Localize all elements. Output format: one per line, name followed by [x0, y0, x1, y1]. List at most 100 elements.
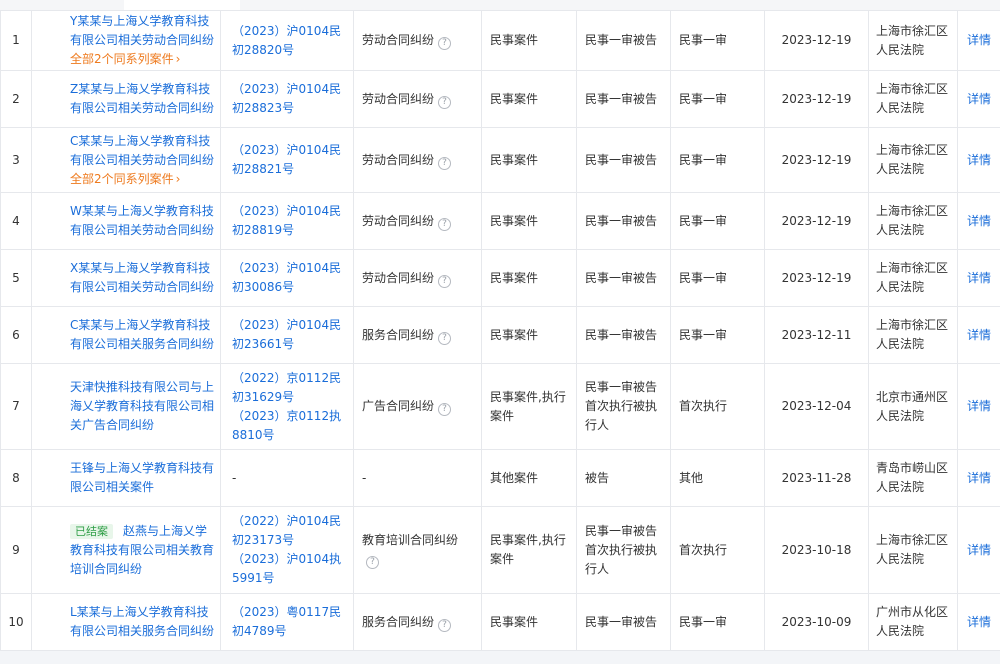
case-name-link[interactable]: 天津快推科技有限公司与上海乂学教育科技有限公司相关广告合同纠纷 — [70, 380, 214, 432]
case-cause-cell: 劳动合同纠纷? — [353, 10, 482, 71]
row-index: 9 — [0, 506, 32, 594]
case-name-link[interactable]: L某某与上海乂学教育科技有限公司相关服务合同纠纷 — [70, 605, 214, 638]
detail-link[interactable]: 详情 — [967, 543, 991, 557]
case-date-cell: 2023-12-19 — [764, 70, 869, 128]
case-number-cell: （2023）沪0104民初28821号 — [220, 127, 354, 193]
court-cell: 广州市从化区人民法院 — [868, 593, 958, 651]
case-type-cell: 民事案件 — [481, 593, 577, 651]
case-number-link[interactable]: （2023）沪0104民初28823号 — [232, 80, 347, 118]
help-icon[interactable]: ? — [438, 274, 452, 288]
row-index: 3 — [0, 127, 32, 193]
court-cell: 上海市徐汇区人民法院 — [868, 10, 958, 71]
case-date-cell: 2023-12-04 — [764, 363, 869, 450]
case-cause-cell: 服务合同纠纷? — [353, 593, 482, 651]
detail-link-cell: 详情 — [957, 449, 1000, 507]
case-stage-cell: 民事一审 — [670, 249, 765, 307]
table-row: 7 天津快推科技有限公司与上海乂学教育科技有限公司相关广告合同纠纷 （2022）… — [0, 363, 1000, 450]
closed-badge: 已结案 — [70, 523, 113, 539]
row-index: 1 — [0, 10, 32, 71]
case-name-cell: 已结案 赵燕与上海乂学教育科技有限公司相关教育培训合同纠纷 — [31, 506, 221, 594]
case-name-link[interactable]: 王锋与上海乂学教育科技有限公司相关案件 — [70, 461, 214, 494]
case-number-cell: - — [220, 449, 354, 507]
help-icon[interactable]: ? — [438, 618, 452, 632]
case-role-cell: 民事一审被告首次执行被执行人 — [576, 363, 671, 450]
row-index: 8 — [0, 449, 32, 507]
detail-link-cell: 详情 — [957, 363, 1000, 450]
case-number-link[interactable]: （2023）沪0104民初28821号 — [232, 141, 347, 179]
court-cell: 上海市徐汇区人民法院 — [868, 192, 958, 250]
case-cause: 广告合同纠纷 — [362, 399, 435, 413]
case-cause: 教育培训合同纠纷 — [362, 533, 459, 547]
case-name-cell: Y某某与上海乂学教育科技有限公司相关劳动合同纠纷 全部2个同系列案件 › — [31, 10, 221, 71]
row-index: 6 — [0, 306, 32, 364]
case-name-link[interactable]: W某某与上海乂学教育科技有限公司相关劳动合同纠纷 — [70, 204, 214, 237]
court-cell: 上海市徐汇区人民法院 — [868, 506, 958, 594]
lawsuit-table: 1 Y某某与上海乂学教育科技有限公司相关劳动合同纠纷 全部2个同系列案件 › （2… — [0, 10, 1000, 651]
table-row: 6 C某某与上海乂学教育科技有限公司相关服务合同纠纷 （2023）沪0104民初… — [0, 306, 1000, 364]
help-icon[interactable]: ? — [438, 403, 452, 416]
case-stage-cell: 首次执行 — [670, 506, 765, 594]
case-cause: - — [362, 470, 367, 485]
detail-link[interactable]: 详情 — [967, 328, 991, 342]
case-cause-cell: 教育培训合同纠纷? — [353, 506, 482, 594]
case-date-cell: 2023-12-19 — [764, 192, 869, 250]
detail-link[interactable]: 详情 — [967, 615, 991, 629]
case-number-link[interactable]: （2022）京0112民初31629号 — [232, 369, 347, 407]
table-row: 1 Y某某与上海乂学教育科技有限公司相关劳动合同纠纷 全部2个同系列案件 › （2… — [0, 10, 1000, 71]
case-number-link[interactable]: （2023）沪0104民初28819号 — [232, 202, 347, 240]
case-name-link[interactable]: C某某与上海乂学教育科技有限公司相关劳动合同纠纷 — [70, 134, 214, 167]
case-name-link[interactable]: X某某与上海乂学教育科技有限公司相关劳动合同纠纷 — [70, 261, 214, 294]
case-cause: 劳动合同纠纷 — [362, 213, 435, 228]
help-icon[interactable]: ? — [438, 217, 452, 231]
detail-link[interactable]: 详情 — [967, 92, 991, 106]
help-icon[interactable]: ? — [438, 156, 452, 170]
detail-link[interactable]: 详情 — [967, 271, 991, 285]
case-date-cell: 2023-10-09 — [764, 593, 869, 651]
case-number-link[interactable]: （2023）沪0104民初30086号 — [232, 259, 347, 297]
help-icon[interactable]: ? — [438, 331, 452, 345]
detail-link[interactable]: 详情 — [967, 214, 991, 228]
case-name-cell: L某某与上海乂学教育科技有限公司相关服务合同纠纷 — [31, 593, 221, 651]
detail-link-cell: 详情 — [957, 70, 1000, 128]
detail-link-cell: 详情 — [957, 306, 1000, 364]
tab-active[interactable] — [124, 0, 240, 10]
case-name-link[interactable]: Z某某与上海乂学教育科技有限公司相关劳动合同纠纷 — [70, 82, 214, 115]
case-number-link[interactable]: （2023）沪0104执5991号 — [232, 550, 347, 588]
case-number-link[interactable]: （2023）沪0104民初28820号 — [232, 22, 347, 60]
case-stage-cell: 民事一审 — [670, 593, 765, 651]
case-type-cell: 民事案件 — [481, 10, 577, 71]
case-number-link[interactable]: （2023）粤0117民初4789号 — [232, 603, 347, 641]
series-cases-link[interactable]: 全部2个同系列案件 › — [70, 170, 214, 189]
detail-link[interactable]: 详情 — [967, 471, 991, 485]
case-number-cell: （2023）沪0104民初28820号 — [220, 10, 354, 71]
case-number-link[interactable]: （2023）沪0104民初23661号 — [232, 316, 347, 354]
help-icon[interactable]: ? — [438, 37, 452, 50]
case-stage-cell: 民事一审 — [670, 127, 765, 193]
case-number-link[interactable]: （2022）沪0104民初23173号 — [232, 512, 347, 550]
detail-link[interactable]: 详情 — [967, 153, 991, 167]
help-icon[interactable]: ? — [366, 556, 379, 569]
series-cases-link[interactable]: 全部2个同系列案件 › — [70, 50, 214, 69]
case-cause-cell: 劳动合同纠纷? — [353, 249, 482, 307]
court-cell: 上海市徐汇区人民法院 — [868, 249, 958, 307]
case-name-link[interactable]: Y某某与上海乂学教育科技有限公司相关劳动合同纠纷 — [70, 14, 214, 47]
case-role-cell: 民事一审被告首次执行被执行人 — [576, 506, 671, 594]
case-role-cell: 被告 — [576, 449, 671, 507]
case-number-cell: （2023）沪0104民初23661号 — [220, 306, 354, 364]
case-cause-cell: 劳动合同纠纷? — [353, 70, 482, 128]
detail-link[interactable]: 详情 — [967, 33, 991, 47]
chevron-right-icon: › — [175, 52, 181, 66]
case-number-link: - — [232, 470, 237, 485]
case-number-cell: （2023）沪0104民初28823号 — [220, 70, 354, 128]
detail-link[interactable]: 详情 — [967, 399, 991, 413]
case-name-cell: Z某某与上海乂学教育科技有限公司相关劳动合同纠纷 — [31, 70, 221, 128]
case-role-cell: 民事一审被告 — [576, 192, 671, 250]
case-type-cell: 民事案件,执行案件 — [481, 363, 577, 450]
help-icon[interactable]: ? — [438, 95, 452, 109]
case-number-link[interactable]: （2023）京0112执8810号 — [232, 407, 347, 445]
case-role-cell: 民事一审被告 — [576, 10, 671, 71]
case-name-cell: 天津快推科技有限公司与上海乂学教育科技有限公司相关广告合同纠纷 — [31, 363, 221, 450]
case-date-cell: 2023-12-19 — [764, 127, 869, 193]
case-name-link[interactable]: C某某与上海乂学教育科技有限公司相关服务合同纠纷 — [70, 318, 214, 351]
row-index: 7 — [0, 363, 32, 450]
